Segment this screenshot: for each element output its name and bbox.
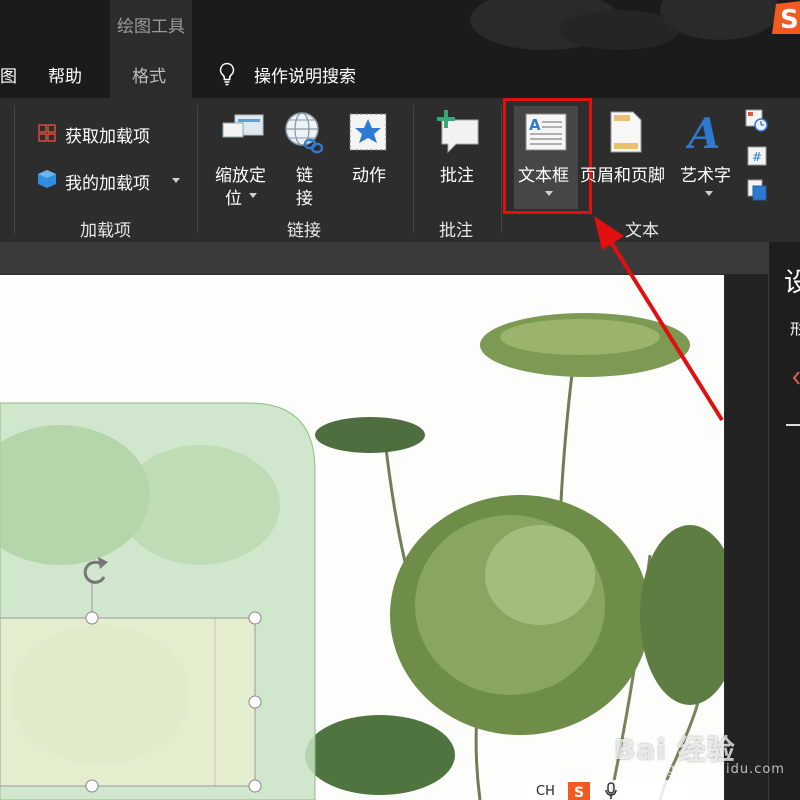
my-addins-label: 我的加载项 (65, 174, 150, 194)
ribbon-separator (14, 106, 15, 234)
chevron-down-icon[interactable] (172, 178, 180, 183)
ime-language: CH (536, 784, 555, 799)
comment-add-icon (437, 110, 479, 154)
drawing-tools-label: 绘图工具 (117, 17, 185, 37)
red-arrow-annotation (594, 216, 724, 422)
group-label-addins: 加载项 (80, 221, 131, 241)
zoom-label-2: 位 (225, 189, 242, 209)
cube-icon (38, 170, 56, 188)
star-action-icon (349, 113, 387, 151)
link-label-2: 接 (296, 189, 313, 209)
header-footer-label: 页眉和页脚 (580, 166, 665, 186)
link-label-1: 链 (296, 166, 313, 186)
microphone-icon[interactable] (604, 782, 618, 800)
svg-text:S: S (574, 785, 584, 800)
chevron-down-icon[interactable] (705, 191, 713, 196)
sogou-logo-icon: S (772, 1, 800, 34)
ribbon-separator (197, 106, 198, 234)
highlight-box (503, 98, 592, 214)
group-label-comments: 批注 (439, 221, 473, 241)
tab-format[interactable]: 格式 (132, 62, 166, 87)
object-icon[interactable] (746, 178, 768, 202)
format-pane-title: 设 (784, 268, 800, 298)
svg-text:S: S (780, 5, 799, 34)
tab-partial[interactable]: 图 (0, 62, 17, 87)
date-time-icon[interactable] (744, 108, 768, 132)
pane-divider (786, 424, 800, 426)
chevron-down-icon (249, 193, 257, 198)
wordart-icon: A (686, 110, 721, 154)
zoom-slide-icon (222, 114, 264, 138)
get-addins-label: 获取加载项 (65, 127, 150, 147)
sogou-ime-icon[interactable]: S (568, 782, 590, 800)
chevron-left-icon[interactable] (792, 370, 800, 386)
slide-number-icon[interactable]: # (746, 145, 768, 167)
group-label-links: 链接 (287, 221, 321, 241)
svg-text:A: A (686, 110, 721, 154)
format-pane-subtitle: 形 (790, 320, 800, 338)
ribbon-separator (413, 106, 414, 234)
tell-me-search[interactable]: 操作说明搜索 (254, 62, 356, 87)
globe-link-icon (285, 112, 324, 154)
tab-help[interactable]: 帮助 (48, 62, 82, 87)
comment-label: 批注 (440, 166, 474, 186)
zoom-label-1: 缩放定 (215, 166, 266, 186)
action-label: 动作 (352, 166, 386, 186)
svg-text:#: # (752, 150, 762, 164)
watermark-url: jingyan.baidu.com (648, 762, 785, 777)
ribbon-separator (501, 106, 502, 234)
header-footer-icon (610, 111, 642, 153)
wordart-label: 艺术字 (680, 166, 731, 186)
lightbulb-icon (219, 62, 235, 86)
grid-plus-icon (38, 124, 56, 142)
